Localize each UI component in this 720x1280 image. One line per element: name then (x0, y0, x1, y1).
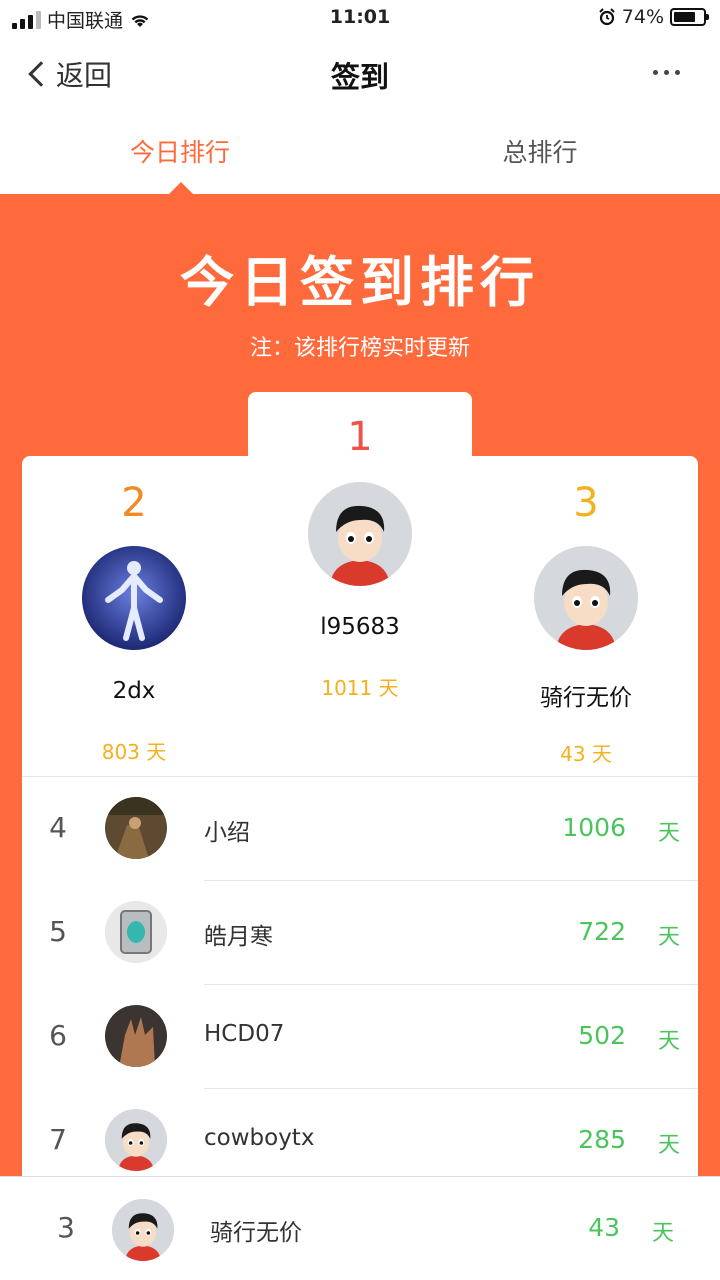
status-bar: 中国联通 11:01 74% (0, 0, 720, 36)
podium-name-2: 2dx (112, 678, 156, 704)
list-item[interactable]: 4 小绍 1006 天 (22, 777, 698, 881)
banner-note: 注：该排行榜实时更新 (249, 336, 470, 361)
tab-total-ranking[interactable]: 总排行 (360, 112, 720, 194)
list-name: 皓月寒 (204, 924, 273, 950)
list-rank: 6 (49, 1019, 67, 1052)
list-item[interactable]: 5 皓月寒 722 天 (22, 881, 698, 985)
ranking-list: 4 小绍 1006 天 5 皓月寒 722 天 6 HCD07 502 天 7 … (22, 776, 698, 1176)
banner-title: 今日签到排行 (180, 251, 540, 314)
list-avatar[interactable] (105, 797, 167, 859)
list-name: cowboytx (204, 1125, 315, 1151)
nav-bar: 返回 签到 (0, 36, 720, 112)
status-right: 74% (598, 6, 709, 28)
my-unit: 天 (651, 1221, 674, 1246)
list-item[interactable]: 7 cowboytx 285 天 (22, 1089, 698, 1176)
list-name: 小绍 (204, 820, 250, 846)
podium-rank-3: 3 (573, 480, 599, 526)
more-menu-icon[interactable] (653, 70, 680, 75)
podium-days-3: 43 天 (560, 742, 612, 766)
list-avatar[interactable] (105, 1005, 167, 1067)
list-unit: 天 (657, 1133, 680, 1158)
list-days: 722 (578, 917, 626, 946)
podium-days-1: 1011 天 (321, 676, 399, 700)
list-days: 502 (578, 1021, 626, 1050)
page-title: 签到 (330, 60, 389, 94)
list-unit: 天 (657, 925, 680, 950)
podium-rank-2: 2 (121, 480, 147, 526)
podium-avatar-1[interactable] (308, 482, 412, 586)
list-name: HCD07 (204, 1021, 285, 1047)
my-days: 43 (588, 1213, 620, 1242)
podium-days-2: 803 天 (101, 740, 167, 764)
list-unit: 天 (657, 821, 680, 846)
podium-avatar-2[interactable] (82, 546, 186, 650)
battery-percent: 74% (621, 6, 664, 28)
my-name: 骑行无价 (210, 1220, 302, 1246)
my-rank: 3 (57, 1211, 75, 1244)
list-rank: 4 (49, 811, 67, 844)
list-days: 285 (578, 1125, 626, 1154)
active-tab-indicator (169, 182, 193, 194)
podium-rank-1: 1 (347, 414, 373, 460)
alarm-icon (599, 8, 615, 26)
podium-name-1: l95683 (320, 614, 400, 640)
list-days: 1006 (562, 813, 626, 842)
battery-icon (670, 8, 709, 26)
my-rank-bar[interactable]: 3 骑行无价 43 天 (0, 1176, 720, 1280)
list-avatar[interactable] (105, 1109, 167, 1171)
podium-avatar-3[interactable] (534, 546, 638, 650)
tab-bar: 今日排行 总排行 (0, 112, 720, 194)
list-avatar[interactable] (105, 901, 167, 963)
podium-name-3: 骑行无价 (540, 685, 632, 711)
list-rank: 7 (49, 1123, 67, 1156)
list-unit: 天 (657, 1029, 680, 1054)
list-rank: 5 (49, 915, 67, 948)
my-avatar[interactable] (112, 1199, 174, 1261)
list-item[interactable]: 6 HCD07 502 天 (22, 985, 698, 1089)
